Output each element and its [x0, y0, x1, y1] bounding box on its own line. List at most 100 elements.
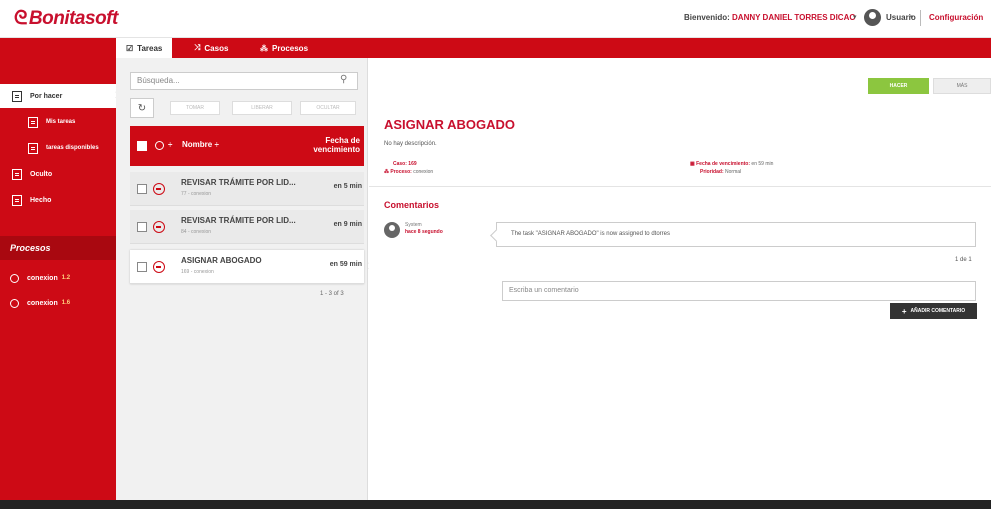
- refresh-icon: ↻: [137, 102, 147, 114]
- sidebar-item-label: Hecho: [30, 196, 52, 204]
- shuffle-icon: ⤨: [194, 43, 201, 52]
- sidebar-item-label: Por hacer: [30, 92, 63, 100]
- process-version: 1.2: [61, 275, 71, 281]
- process-label: Proceso:: [390, 169, 412, 175]
- add-comment-button[interactable]: + AÑADIR COMENTARIO: [890, 303, 977, 319]
- sidebar-item-label: Oculto: [30, 170, 53, 178]
- case-label: Caso:: [393, 161, 407, 167]
- done-icon: [12, 194, 22, 206]
- task-row[interactable]: REVISAR TRÁMITE POR LID... 84 - conexion…: [130, 210, 364, 244]
- comment-author: System hace 8 segundo: [405, 222, 443, 236]
- sidebar-item-por-hacer[interactable]: Por hacer: [0, 84, 116, 108]
- user-dropdown-icon[interactable]: ▾: [853, 13, 857, 21]
- task-case: 77 - conexion: [181, 191, 212, 197]
- refresh-button[interactable]: ↻: [130, 98, 154, 118]
- sidebar-item-hecho[interactable]: Hecho: [0, 188, 116, 212]
- process-meta: ⁂ Proceso: conexion: [384, 169, 433, 175]
- welcome-text: Bienvenido: DANNY DANIEL TORRES DICAO: [684, 13, 856, 22]
- divider: [369, 186, 991, 187]
- tab-label: Casos: [204, 43, 229, 53]
- search-input[interactable]: Búsqueda...: [130, 72, 358, 90]
- task-title: REVISAR TRÁMITE POR LID...: [181, 216, 296, 225]
- available-tasks-icon: [28, 142, 38, 154]
- sidebar-item-label: Mis tareas: [46, 119, 76, 125]
- task-row[interactable]: REVISAR TRÁMITE POR LID... 77 - conexion…: [130, 172, 364, 206]
- footer: [0, 500, 991, 509]
- name-column-header[interactable]: Nombre ÷: [182, 140, 219, 149]
- hidden-icon: [12, 168, 22, 180]
- list-pager: 1 - 3 of 3: [320, 291, 344, 297]
- release-button[interactable]: LIBERAR: [232, 101, 292, 115]
- sidebar-item-oculto[interactable]: Oculto: [0, 162, 116, 186]
- process-name: conexion: [27, 299, 58, 307]
- sidebar-process-item[interactable]: conexion 1.6: [0, 294, 116, 312]
- task-detail-title: ASIGNAR ABOGADO: [384, 117, 515, 132]
- process-name: conexion: [27, 274, 58, 282]
- process-circle-icon: [10, 298, 19, 308]
- due-value: en 59 min: [751, 161, 774, 167]
- user-full-name[interactable]: DANNY DANIEL TORRES DICAO: [732, 13, 856, 22]
- process-value: conexion: [413, 169, 434, 175]
- take-button[interactable]: TOMAR: [170, 101, 220, 115]
- user-menu-dropdown-icon[interactable]: ▾: [910, 13, 914, 21]
- process-icon: ⁂: [260, 43, 268, 53]
- sidebar: Por hacer Mis tareas tareas disponibles …: [0, 38, 116, 500]
- sidebar-process-item[interactable]: conexion 1.2: [0, 269, 116, 287]
- plus-icon: +: [901, 306, 907, 316]
- tab-label: Tareas: [137, 43, 163, 53]
- due-label: Fecha de vencimiento:: [696, 161, 751, 167]
- row-checkbox[interactable]: [137, 222, 147, 232]
- checkbox-icon: ☑: [126, 43, 134, 53]
- case-value[interactable]: 169: [408, 161, 416, 167]
- main-tabs: ☑ Tareas ⤨ Casos ⁂ Procesos: [116, 38, 991, 58]
- header-separator: [920, 10, 921, 26]
- priority-minus-icon: [153, 183, 165, 195]
- priority-sort-icon[interactable]: ÷: [168, 140, 172, 149]
- task-list-header: ÷ Nombre ÷ Fecha de vencimiento: [130, 126, 364, 166]
- comments-heading: Comentarios: [384, 200, 440, 210]
- process-version: 1.6: [61, 300, 71, 306]
- configuration-link[interactable]: Configuración: [929, 13, 983, 22]
- priority-column-icon[interactable]: [155, 141, 164, 150]
- tab-label: Procesos: [272, 43, 309, 53]
- logo-text: Bonitasoft: [28, 8, 118, 29]
- due-date-column-header[interactable]: Fecha de vencimiento: [280, 136, 360, 154]
- tab-procesos[interactable]: ⁂ Procesos: [260, 38, 308, 58]
- sidebar-item-label: tareas disponibles: [46, 145, 99, 151]
- comments-pager: 1 de 1: [955, 257, 972, 263]
- comment-bubble: The task "ASIGNAR ABOGADO" is now assign…: [496, 222, 976, 247]
- do-task-button[interactable]: HACER: [868, 78, 929, 94]
- priority-minus-icon: [153, 221, 165, 233]
- row-checkbox[interactable]: [137, 262, 147, 272]
- search-icon[interactable]: ⚲: [340, 74, 347, 85]
- comment-input[interactable]: Escriba un comentario: [502, 281, 976, 301]
- user-avatar[interactable]: [864, 9, 881, 26]
- row-checkbox[interactable]: [137, 184, 147, 194]
- task-description: No hay descripción.: [384, 141, 437, 147]
- tab-casos[interactable]: ⤨ Casos: [194, 38, 228, 58]
- more-button[interactable]: MÁS: [933, 78, 991, 94]
- case-meta: Caso: 169: [393, 161, 417, 167]
- comment-user: System: [405, 222, 422, 228]
- bonitasoft-logo[interactable]: ᘓ Bonitasoft: [14, 8, 118, 30]
- task-title: ASIGNAR ABOGADO: [181, 256, 262, 265]
- select-all-checkbox[interactable]: [137, 141, 147, 151]
- priority-minus-icon: [153, 261, 165, 273]
- my-tasks-icon: [28, 116, 38, 128]
- priority-value: Normal: [725, 169, 742, 175]
- tab-tareas[interactable]: ☑ Tareas: [116, 38, 173, 58]
- processes-heading: Procesos: [0, 236, 116, 260]
- process-circle-icon: [10, 273, 19, 283]
- bonita-logo-icon: ᘓ: [14, 8, 27, 29]
- task-case: 84 - conexion: [181, 229, 212, 235]
- priority-meta: Prioridad: Normal: [700, 169, 741, 175]
- sidebar-item-tareas-disponibles[interactable]: tareas disponibles: [0, 136, 116, 160]
- add-comment-label: AÑADIR COMENTARIO: [910, 308, 966, 314]
- task-row-selected[interactable]: ASIGNAR ABOGADO 169 - conexion en 59 min: [130, 250, 364, 284]
- comment-time: hace 8 segundo: [405, 229, 443, 235]
- task-title: REVISAR TRÁMITE POR LID...: [181, 178, 296, 187]
- sidebar-item-mis-tareas[interactable]: Mis tareas: [0, 110, 116, 134]
- hide-button[interactable]: OCULTAR: [300, 101, 356, 115]
- task-due: en 59 min: [329, 261, 362, 268]
- task-case: 169 - conexion: [181, 269, 214, 275]
